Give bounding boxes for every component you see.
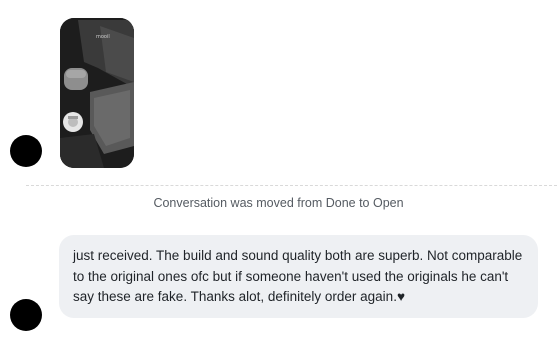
system-status-message: Conversation was moved from Done to Open — [153, 196, 404, 210]
box-brand-text: mooil — [96, 34, 110, 40]
conversation-thread: mooil Conversation was moved from Done t… — [0, 0, 557, 340]
customer-avatar[interactable] — [10, 135, 42, 167]
message-bubble: just received. The build and sound quali… — [59, 235, 538, 318]
image-attachment[interactable]: mooil — [60, 18, 134, 168]
divider — [26, 185, 557, 186]
customer-avatar[interactable] — [10, 299, 42, 331]
product-photo: mooil — [60, 18, 134, 168]
